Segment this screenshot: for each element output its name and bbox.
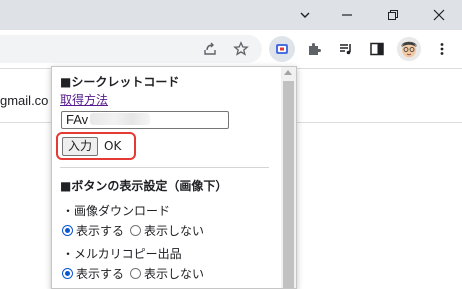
image-download-options: 表示する 表示しない xyxy=(62,222,210,239)
secret-code-input[interactable]: FAv xyxy=(61,111,229,129)
option-label: 表示する xyxy=(76,224,125,238)
scroll-up-icon[interactable] xyxy=(284,70,292,75)
display-settings-title: ■ボタンの表示設定（画像下） xyxy=(60,179,228,193)
star-icon[interactable] xyxy=(228,36,254,62)
browser-toolbar xyxy=(0,30,462,69)
mercari-copy-label: ・メルカリコピー出品 xyxy=(62,247,182,261)
scrollbar-thumb[interactable] xyxy=(283,81,294,288)
how-to-get-link[interactable]: 取得方法 xyxy=(60,91,274,109)
menu-icon[interactable] xyxy=(429,36,455,62)
image-download-hide-radio[interactable] xyxy=(130,225,142,236)
restore-button[interactable] xyxy=(370,0,416,30)
minimize-button[interactable] xyxy=(324,0,370,30)
popup-content: ■シークレットコード 取得方法 xyxy=(60,73,274,109)
close-button[interactable] xyxy=(416,0,462,30)
puzzle-icon[interactable] xyxy=(301,36,327,62)
mercari-copy-hide-radio[interactable] xyxy=(130,268,142,279)
enter-button[interactable]: 入力 xyxy=(62,137,98,156)
share-icon[interactable] xyxy=(197,36,223,62)
status-text: OK xyxy=(104,139,122,153)
avatar[interactable] xyxy=(397,37,421,61)
chevron-down-icon[interactable] xyxy=(282,0,328,30)
background-email-text: gmail.co xyxy=(0,93,49,108)
extension-active-icon[interactable] xyxy=(269,36,295,62)
side-panel-icon[interactable] xyxy=(364,36,390,62)
media-icon[interactable] xyxy=(333,36,359,62)
extension-popup: ■シークレットコード 取得方法 FAv 入力 OK ■ボタンの表示設定（画像下）… xyxy=(51,66,297,289)
mercari-copy-show-radio[interactable] xyxy=(62,268,73,279)
popup-scrollbar[interactable] xyxy=(281,67,296,288)
image-download-label: ・画像ダウンロード xyxy=(62,204,171,218)
title-bar xyxy=(0,0,462,30)
secret-code-title: ■シークレットコード xyxy=(60,75,180,89)
code-input-value: FAv xyxy=(66,112,89,127)
option-label: 表示しない xyxy=(144,267,205,281)
mercari-copy-options: 表示する 表示しない xyxy=(62,265,210,282)
image-download-show-radio[interactable] xyxy=(62,225,73,236)
option-label: 表示しない xyxy=(144,224,205,238)
redacted-code xyxy=(90,113,151,125)
section-divider xyxy=(60,167,269,168)
option-label: 表示する xyxy=(76,267,125,281)
